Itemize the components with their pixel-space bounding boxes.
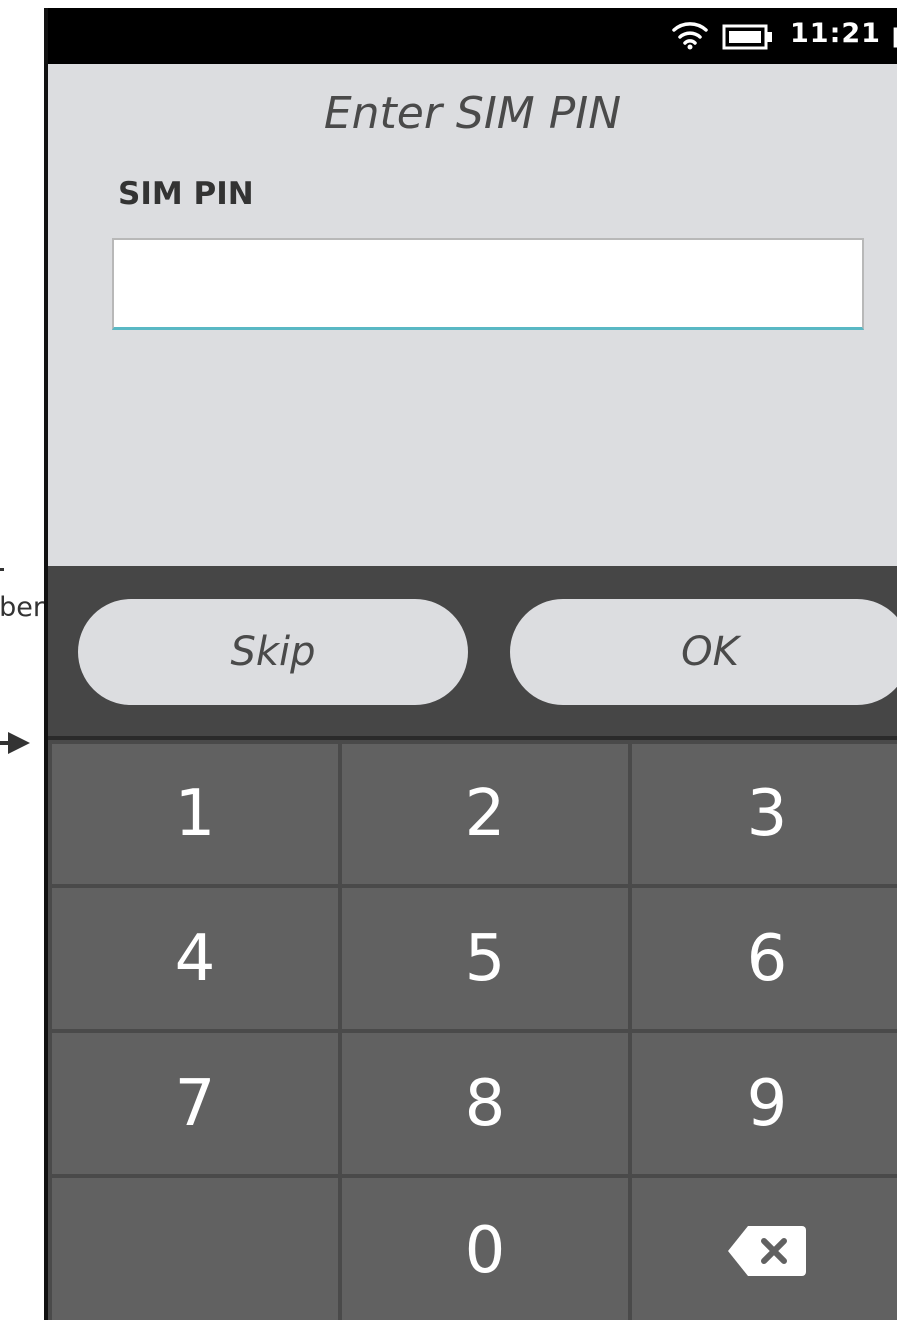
sim-pin-label: SIM PIN [118,176,254,212]
phone-screen: 11:21 pm Enter SIM PIN SIM PIN Skip OK 1… [44,8,897,1320]
key-7[interactable]: 7 [52,1033,338,1174]
key-2[interactable]: 2 [342,744,628,884]
backspace-key[interactable] [632,1178,897,1320]
key-4[interactable]: 4 [52,888,338,1029]
page-title: Enter SIM PIN [323,88,622,139]
annotation-text: ber [0,592,44,623]
key-0[interactable]: 0 [342,1178,628,1320]
key-1[interactable]: 1 [52,744,338,884]
key-6[interactable]: 6 [632,888,897,1029]
action-bar: Skip OK [48,566,897,736]
annotation-arrow-icon [0,732,30,754]
sim-pin-input[interactable] [112,238,864,330]
key-9[interactable]: 9 [632,1033,897,1174]
status-bar: 11:21 pm [48,8,897,64]
wifi-icon [672,22,708,50]
key-8[interactable]: 8 [342,1033,628,1174]
key-3[interactable]: 3 [632,744,897,884]
ok-button[interactable]: OK [510,599,897,705]
numeric-keypad: 1 2 3 4 5 6 7 8 9 0 [48,736,897,1320]
skip-button[interactable]: Skip [78,599,468,705]
key-empty [52,1178,338,1320]
backspace-icon [728,1226,806,1276]
battery-icon [722,24,772,50]
key-5[interactable]: 5 [342,888,628,1029]
annotation-mark [0,568,4,571]
status-time: 11:21 pm [790,18,897,49]
